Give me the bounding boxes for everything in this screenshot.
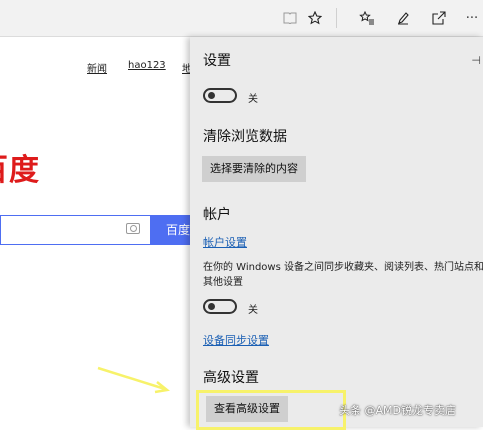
account-title: 帐户 bbox=[203, 207, 231, 223]
favorites-hub-icon[interactable] bbox=[358, 9, 376, 27]
share-icon[interactable] bbox=[430, 9, 448, 27]
account-settings-link[interactable]: 帐户设置 bbox=[203, 234, 247, 250]
toggle-knob bbox=[208, 92, 215, 99]
settings-title: 设置 bbox=[203, 53, 231, 69]
toggle-label: 关 bbox=[248, 94, 258, 105]
choose-clear-button[interactable]: 选择要清除的内容 bbox=[202, 156, 306, 182]
favorite-star-icon[interactable] bbox=[306, 9, 324, 27]
pin-icon[interactable]: ⊣ bbox=[471, 54, 481, 67]
sync-description: 在你的 Windows 设备之间同步收藏夹、阅读列表、热门站点和其他设置 bbox=[203, 262, 483, 288]
nav-link-hao123[interactable]: hao123 bbox=[128, 60, 166, 71]
highlight-box bbox=[196, 390, 346, 430]
nav-link-news[interactable]: 新闻 bbox=[87, 60, 107, 75]
toolbar-separator bbox=[336, 8, 337, 28]
advanced-title: 高级设置 bbox=[203, 370, 259, 386]
more-icon[interactable]: ··· bbox=[463, 9, 481, 27]
settings-toggle[interactable] bbox=[203, 88, 237, 103]
sync-toggle[interactable] bbox=[203, 299, 237, 314]
watermark: 头条 @AMD锐龙专卖店 bbox=[339, 404, 456, 417]
sync-toggle-label: 关 bbox=[248, 305, 258, 316]
device-sync-link[interactable]: 设备同步设置 bbox=[203, 332, 269, 348]
camera-icon[interactable] bbox=[126, 223, 140, 234]
web-note-icon[interactable] bbox=[394, 9, 412, 27]
settings-panel: 设置 ⊣ 关 清除浏览数据 选择要清除的内容 帐户 帐户设置 在你的 Windo… bbox=[190, 37, 483, 427]
toggle-knob bbox=[208, 303, 215, 310]
clear-data-title: 清除浏览数据 bbox=[203, 129, 287, 145]
annotation-arrow bbox=[97, 366, 170, 394]
browser-toolbar: ··· bbox=[0, 0, 483, 37]
baidu-logo: 百度 bbox=[0, 153, 40, 188]
reading-view-icon[interactable] bbox=[281, 9, 299, 27]
